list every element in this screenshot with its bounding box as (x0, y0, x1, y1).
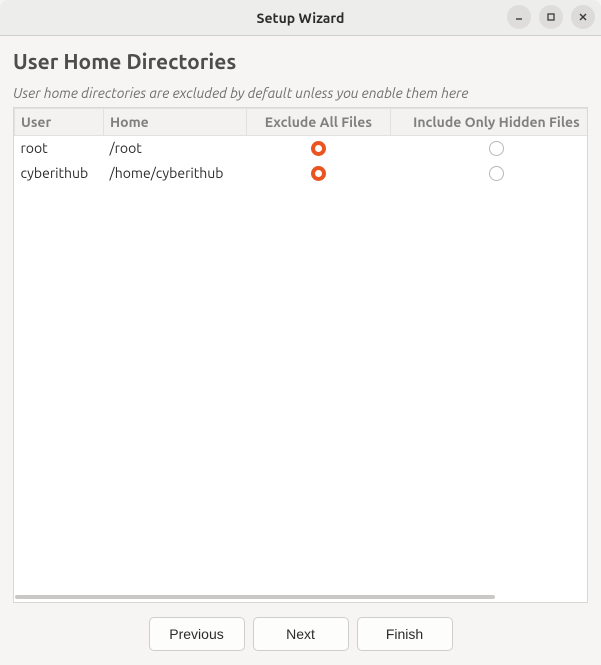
col-home[interactable]: Home (104, 109, 246, 136)
window-controls (507, 5, 595, 29)
cell-hidden (391, 161, 588, 186)
cell-exclude (246, 136, 391, 161)
cell-hidden (391, 136, 588, 161)
radio-include-hidden[interactable] (489, 141, 504, 156)
col-user[interactable]: User (15, 109, 104, 136)
radio-exclude-all[interactable] (311, 141, 326, 156)
col-exclude-all[interactable]: Exclude All Files (246, 109, 391, 136)
maximize-button[interactable] (539, 5, 563, 29)
users-table: User Home Exclude All Files Include Only… (14, 108, 588, 186)
previous-button[interactable]: Previous (149, 617, 245, 651)
cell-home: /home/cyberithub (104, 161, 246, 186)
horizontal-scrollbar[interactable] (15, 593, 586, 601)
titlebar: Setup Wizard (0, 0, 601, 36)
cell-user: cyberithub (15, 161, 104, 186)
window-title: Setup Wizard (257, 10, 345, 26)
cell-user: root (15, 136, 104, 161)
header-row: User Home Exclude All Files Include Only… (15, 109, 589, 136)
radio-exclude-all[interactable] (311, 166, 326, 181)
table-row: root /root (15, 136, 589, 161)
radio-include-hidden[interactable] (489, 166, 504, 181)
users-table-container: User Home Exclude All Files Include Only… (13, 107, 588, 603)
cell-exclude (246, 161, 391, 186)
table-row: cyberithub /home/cyberithub (15, 161, 589, 186)
next-button[interactable]: Next (253, 617, 349, 651)
page-subtitle: User home directories are excluded by de… (13, 85, 588, 101)
cell-home: /root (104, 136, 246, 161)
content-area: User Home Directories User home director… (0, 36, 601, 603)
col-include-hidden[interactable]: Include Only Hidden Files (391, 109, 588, 136)
scrollbar-thumb[interactable] (15, 595, 495, 599)
footer: Previous Next Finish (0, 603, 601, 665)
maximize-icon (546, 12, 556, 22)
page-title: User Home Directories (13, 49, 588, 73)
close-icon (578, 12, 588, 22)
minimize-icon (514, 12, 524, 22)
close-button[interactable] (571, 5, 595, 29)
finish-button[interactable]: Finish (357, 617, 453, 651)
minimize-button[interactable] (507, 5, 531, 29)
